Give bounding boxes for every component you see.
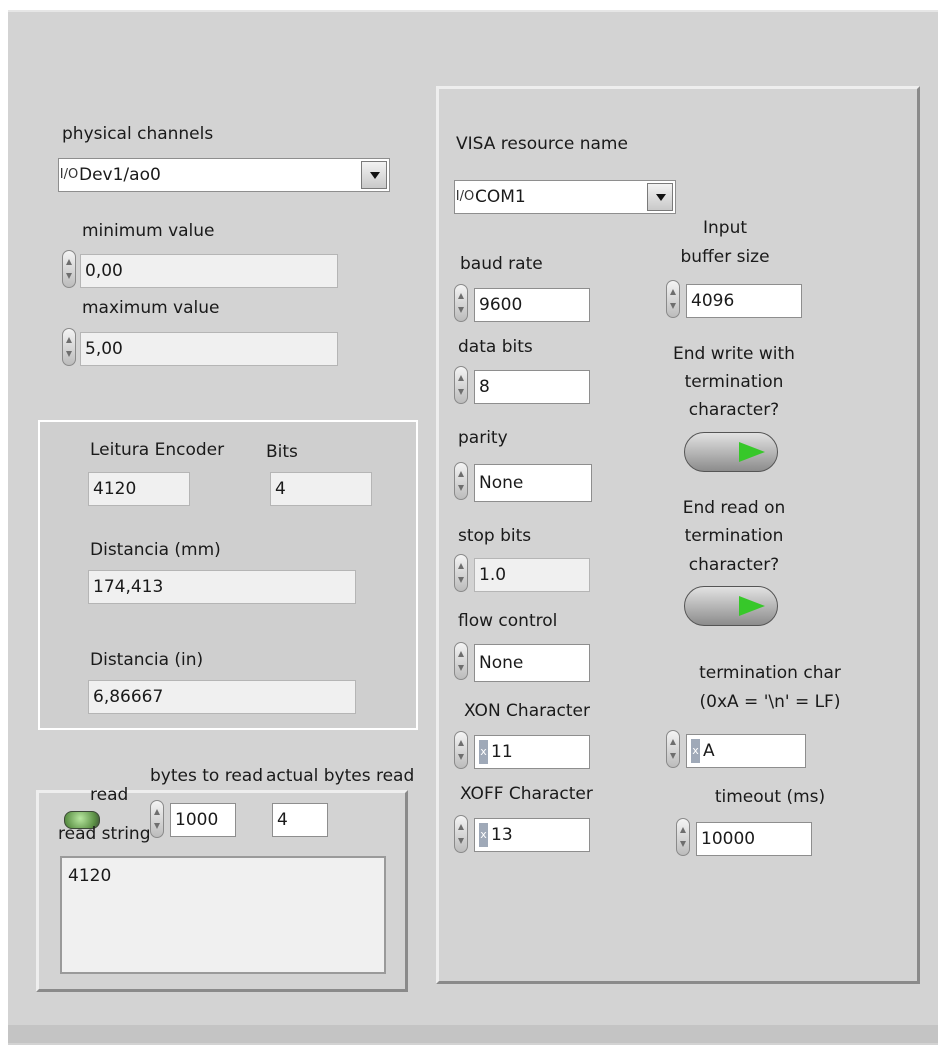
timeout-field[interactable]: 10000 xyxy=(696,822,812,856)
read-string-label: read string xyxy=(58,824,151,844)
minimum-value-label: minimum value xyxy=(82,221,215,241)
leitura-encoder-indicator: 4120 xyxy=(88,472,190,506)
timeout-label: timeout (ms) xyxy=(714,787,826,807)
end-read-label-line2: termination xyxy=(684,526,784,546)
maximum-value-stepper[interactable] xyxy=(62,328,76,366)
termination-char-value: A xyxy=(703,741,715,761)
visa-resource-control[interactable]: I/OCOM1 xyxy=(454,180,676,214)
flow-control-field[interactable]: None xyxy=(474,644,590,682)
end-read-label-line3: character? xyxy=(688,555,780,575)
io-icon: I/O xyxy=(59,167,79,182)
input-buffer-label-line2: buffer size xyxy=(680,247,770,267)
end-write-label-line3: character? xyxy=(688,400,780,420)
end-read-label-line1: End read on xyxy=(682,498,786,518)
stop-bits-label: stop bits xyxy=(458,526,532,546)
physical-channels-control[interactable]: I/ODev1/ao0 xyxy=(58,158,390,192)
data-bits-label: data bits xyxy=(458,337,533,357)
hex-display-marker: x xyxy=(479,740,488,764)
end-write-label-line1: End write with xyxy=(673,344,795,364)
end-read-toggle[interactable] xyxy=(684,586,778,626)
minimum-value-stepper[interactable] xyxy=(62,250,76,288)
xoff-character-value: 13 xyxy=(491,825,513,845)
bits-label: Bits xyxy=(266,442,298,462)
visa-resource-label: VISA resource name xyxy=(456,134,628,154)
baud-rate-stepper[interactable] xyxy=(454,284,468,322)
read-label: read xyxy=(90,785,129,805)
maximum-value-field[interactable]: 5,00 xyxy=(80,332,338,366)
parity-label: parity xyxy=(458,428,508,448)
xon-character-field[interactable]: x 11 xyxy=(474,735,590,769)
xoff-character-label: XOFF Character xyxy=(460,784,593,804)
parity-stepper[interactable] xyxy=(454,462,468,500)
distancia-mm-indicator: 174,413 xyxy=(88,570,356,604)
bits-indicator: 4 xyxy=(270,472,372,506)
io-icon: I/O xyxy=(455,189,475,204)
termination-char-stepper[interactable] xyxy=(666,730,680,768)
actual-bytes-read-label: actual bytes read xyxy=(266,766,415,786)
flow-control-label: flow control xyxy=(458,611,558,631)
xoff-character-stepper[interactable] xyxy=(454,815,468,853)
stop-bits-stepper[interactable] xyxy=(454,554,468,592)
xoff-character-field[interactable]: x 13 xyxy=(474,818,590,852)
data-bits-field[interactable]: 8 xyxy=(474,370,590,404)
stop-bits-field[interactable]: 1.0 xyxy=(474,558,590,592)
input-buffer-stepper[interactable] xyxy=(666,280,680,318)
hex-display-marker: x xyxy=(691,739,700,763)
parity-field[interactable]: None xyxy=(474,464,592,502)
hex-display-marker: x xyxy=(479,823,488,847)
baud-rate-field[interactable]: 9600 xyxy=(474,288,590,322)
chevron-down-icon[interactable] xyxy=(647,183,673,211)
data-bits-stepper[interactable] xyxy=(454,366,468,404)
end-write-label-line2: termination xyxy=(684,372,784,392)
end-write-toggle[interactable] xyxy=(684,432,778,472)
read-string-indicator: 4120 xyxy=(60,856,386,974)
bytes-to-read-field[interactable]: 1000 xyxy=(170,803,236,837)
actual-bytes-read-indicator: 4 xyxy=(272,803,328,837)
xon-character-stepper[interactable] xyxy=(454,731,468,769)
flow-control-stepper[interactable] xyxy=(454,642,468,680)
bytes-to-read-stepper[interactable] xyxy=(150,800,164,838)
termination-char-field[interactable]: xA xyxy=(686,734,806,768)
distancia-in-indicator: 6,86667 xyxy=(88,680,356,714)
xon-character-value: 11 xyxy=(491,742,513,762)
termination-char-label-line1: termination char xyxy=(699,663,841,683)
physical-channels-value: Dev1/ao0 xyxy=(79,165,161,185)
physical-channels-label: physical channels xyxy=(62,124,214,144)
timeout-stepper[interactable] xyxy=(676,818,690,856)
input-buffer-field[interactable]: 4096 xyxy=(686,284,802,318)
baud-rate-label: baud rate xyxy=(460,254,543,274)
maximum-value-label: maximum value xyxy=(82,298,220,318)
termination-char-label-line2: (0xA = '\n' = LF) xyxy=(699,692,841,712)
bytes-to-read-label: bytes to read xyxy=(150,766,263,786)
panel-bottom-edge xyxy=(8,1025,938,1043)
minimum-value-field[interactable]: 0,00 xyxy=(80,254,338,288)
distancia-mm-label: Distancia (mm) xyxy=(90,540,221,560)
chevron-down-icon[interactable] xyxy=(361,161,387,189)
xon-character-label: XON Character xyxy=(464,701,590,721)
distancia-in-label: Distancia (in) xyxy=(90,650,204,670)
visa-resource-value: COM1 xyxy=(475,187,526,207)
input-buffer-label-line1: Input xyxy=(702,218,748,238)
leitura-encoder-label: Leitura Encoder xyxy=(90,440,225,460)
